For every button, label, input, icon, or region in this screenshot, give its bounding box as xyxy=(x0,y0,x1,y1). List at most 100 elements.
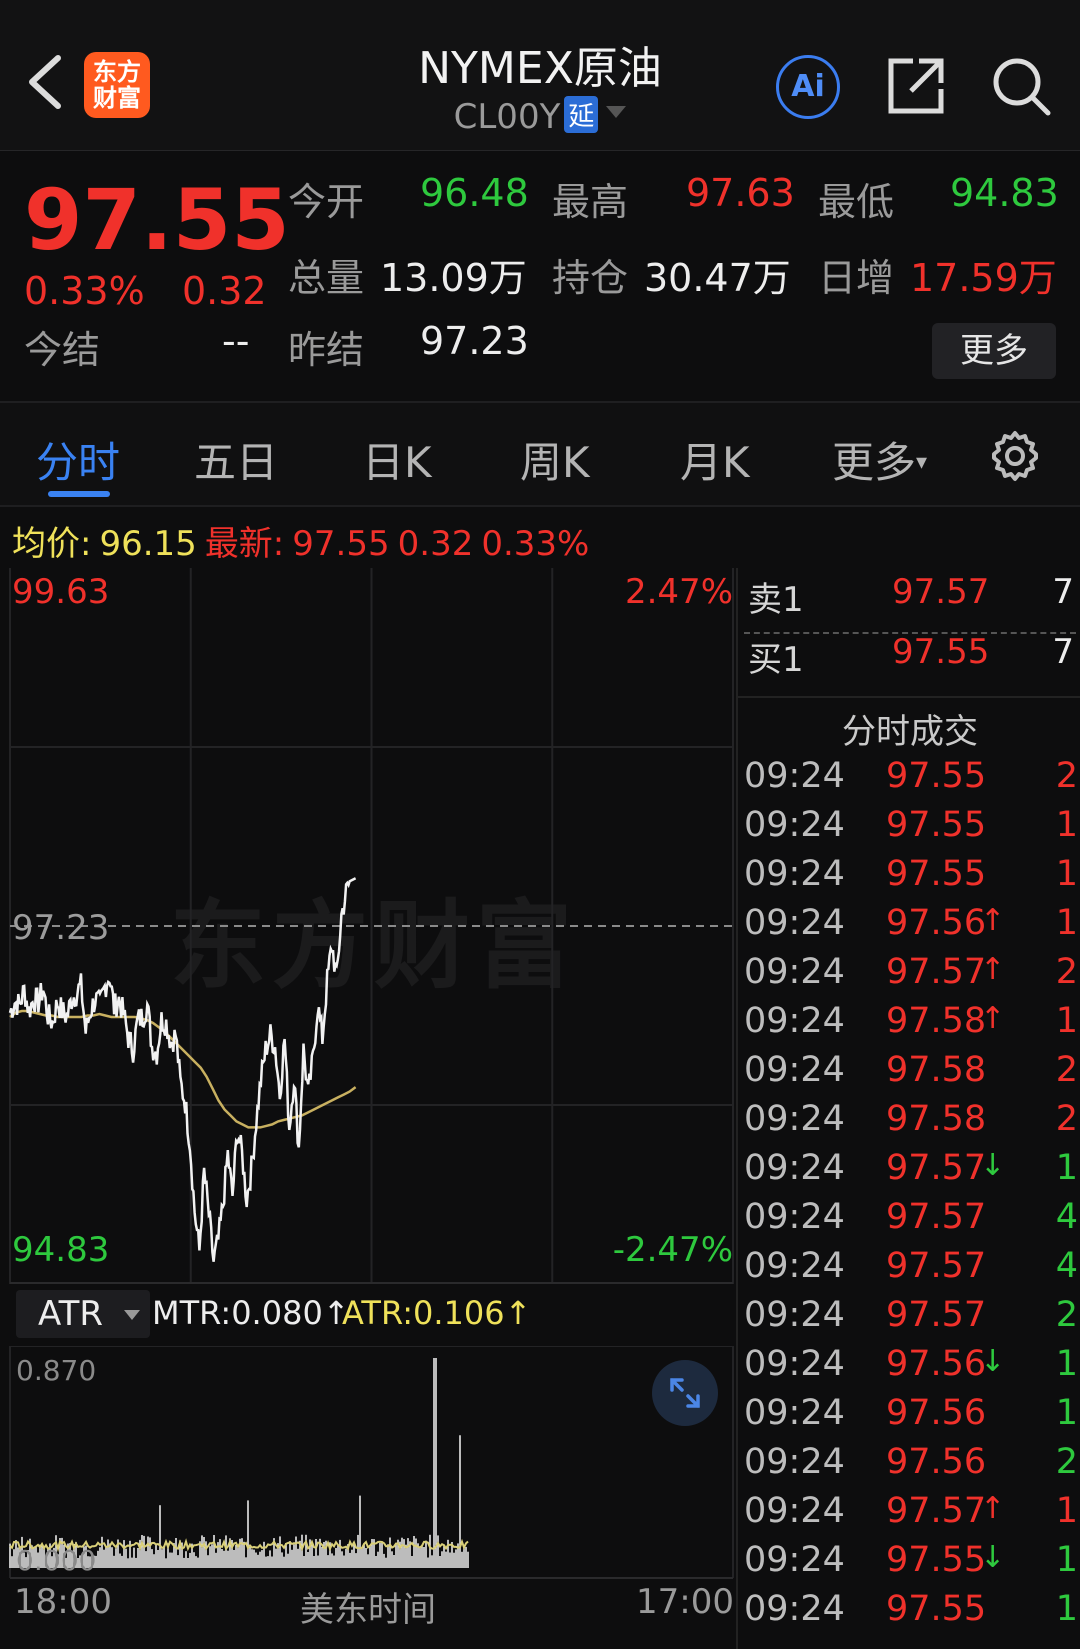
symbol-code-text: CL00Y xyxy=(453,97,561,137)
trade-panel: 卖1 97.57 7 买1 97.55 7 分时成交 09:24 97.55 2 09… xyxy=(736,568,1080,1649)
trade-volume: 1 xyxy=(1055,1344,1078,1384)
expand-icon[interactable] xyxy=(652,1360,718,1426)
arrow-up-icon: ↑ xyxy=(980,952,1006,987)
trades-title[interactable]: 分时成交 xyxy=(738,704,1080,753)
trade-time: 09:24 xyxy=(744,952,845,992)
x-start-label: 18:00 xyxy=(14,1582,112,1622)
chevron-down-icon xyxy=(606,106,627,118)
daily-increase-value: 17.59万 xyxy=(910,256,1057,300)
trade-row: 09:24 97.58 ↑ 1 xyxy=(738,1001,1080,1050)
atr-value: ATR:0.106↑ xyxy=(342,1294,532,1332)
last-price: 97.55 xyxy=(24,171,290,269)
arrow-up-icon: ↑ xyxy=(980,1001,1006,1036)
trade-volume: 2 xyxy=(1055,1442,1078,1482)
trade-volume: 2 xyxy=(1055,952,1078,992)
trade-time: 09:24 xyxy=(744,1050,845,1090)
trade-time: 09:24 xyxy=(744,1442,845,1482)
x-end-label: 17:00 xyxy=(636,1582,734,1622)
indicator-bar: ATR MTR:0.080↑ ATR:0.106↑ xyxy=(12,1290,732,1342)
atr-max-label: 0.870 xyxy=(16,1354,97,1387)
app-header: 东方 财富 NYMEX原油 CL00Y 延 Ai xyxy=(0,0,1080,151)
trade-price: 97.55 xyxy=(886,1589,987,1629)
mtr-bars xyxy=(9,1358,469,1568)
avg-price-label: 均价: xyxy=(12,524,92,564)
trade-volume: 4 xyxy=(1055,1197,1078,1237)
trade-volume: 1 xyxy=(1055,1393,1078,1433)
mtr-value: MTR:0.080↑ xyxy=(152,1294,350,1332)
trade-volume: 1 xyxy=(1055,1001,1078,1041)
trade-volume: 1 xyxy=(1055,805,1078,845)
volume-value: 13.09万 xyxy=(380,256,527,300)
more-button[interactable]: 更多 xyxy=(932,323,1056,379)
search-icon[interactable] xyxy=(990,55,1052,117)
ask-row[interactable]: 卖1 97.57 7 xyxy=(744,572,1078,632)
trade-price: 97.57 xyxy=(886,1148,987,1188)
trade-row: 09:24 97.58 2 xyxy=(738,1099,1080,1148)
tab-monthly-k[interactable]: 月K xyxy=(680,429,750,490)
trade-price: 97.55 xyxy=(886,805,987,845)
trade-time: 09:24 xyxy=(744,1295,845,1335)
trade-row: 09:24 97.55 2 xyxy=(738,756,1080,805)
trade-price: 97.56 xyxy=(886,903,987,943)
trade-row: 09:24 97.55 ↓ 1 xyxy=(738,1540,1080,1589)
bid-volume: 7 xyxy=(1052,632,1074,672)
open-interest-value: 30.47万 xyxy=(644,256,791,300)
bid-label: 买1 xyxy=(748,640,804,680)
share-icon[interactable] xyxy=(885,55,947,117)
trade-volume: 1 xyxy=(1055,903,1078,943)
tab-weekly-k[interactable]: 周K xyxy=(520,429,590,490)
trade-price: 97.56 xyxy=(886,1442,987,1482)
trade-volume: 1 xyxy=(1055,1148,1078,1188)
chevron-down-icon xyxy=(124,1310,140,1320)
caret-down-icon: ▾ xyxy=(916,450,928,475)
x-timezone-label: 美东时间 xyxy=(300,1590,436,1630)
trade-row: 09:24 97.57 ↓ 1 xyxy=(738,1148,1080,1197)
open-label: 今开 xyxy=(288,180,365,224)
trade-price: 97.57 xyxy=(886,1197,987,1237)
tab-more[interactable]: 更多▾ xyxy=(832,429,927,490)
bid-row[interactable]: 买1 97.55 7 xyxy=(744,632,1078,692)
trade-row: 09:24 97.55 1 xyxy=(738,1589,1080,1638)
trade-price: 97.56 xyxy=(886,1344,987,1384)
trades-list[interactable]: 09:24 97.55 2 09:24 97.55 1 09:24 97.55 1 09:24 97… xyxy=(738,756,1080,1638)
trade-row: 09:24 97.57 ↑ 1 xyxy=(738,1491,1080,1540)
ask-volume: 7 xyxy=(1052,572,1074,612)
latest-value: 97.55 xyxy=(292,524,390,564)
trade-row: 09:24 97.56 2 xyxy=(738,1442,1080,1491)
trade-price: 97.56 xyxy=(886,1393,987,1433)
trade-price: 97.58 xyxy=(886,1099,987,1139)
trade-row: 09:24 97.58 2 xyxy=(738,1050,1080,1099)
arrow-up-icon: ↑ xyxy=(980,1491,1006,1526)
trade-volume: 1 xyxy=(1055,1589,1078,1629)
trade-price: 97.58 xyxy=(886,1050,987,1090)
trade-volume: 2 xyxy=(1055,756,1078,796)
y-min-label: 94.83 xyxy=(12,1230,110,1270)
trade-price: 97.57 xyxy=(886,1491,987,1531)
trade-price: 97.57 xyxy=(886,1246,987,1286)
gear-icon[interactable] xyxy=(988,429,1042,483)
trade-time: 09:24 xyxy=(744,805,845,845)
tab-daily-k[interactable]: 日K xyxy=(362,429,432,490)
trade-price: 97.57 xyxy=(886,1295,987,1335)
tab-five-day[interactable]: 五日 xyxy=(194,429,278,490)
high-value: 97.63 xyxy=(686,171,795,215)
ai-assistant-button[interactable]: Ai xyxy=(776,55,840,119)
quote-panel: 97.55 0.33% 0.32 今开 96.48 最高 97.63 最低 94… xyxy=(0,151,1080,403)
trade-row: 09:24 97.57 ↑ 2 xyxy=(738,952,1080,1001)
intraday-chart[interactable]: 东方财富 99.63 97.23 94.83 2.47% -2.47% ATR … xyxy=(0,568,735,1649)
trade-price: 97.55 xyxy=(886,854,987,894)
trade-volume: 1 xyxy=(1055,1491,1078,1531)
tab-intraday[interactable]: 分时 xyxy=(36,429,120,490)
latest-label: 最新: xyxy=(204,524,285,564)
open-interest-label: 持仓 xyxy=(552,256,629,300)
trade-volume: 1 xyxy=(1055,854,1078,894)
trade-price: 97.58 xyxy=(886,1001,987,1041)
trade-price: 97.57 xyxy=(886,952,987,992)
latest-change-pct: 0.33% xyxy=(481,524,590,564)
pct-min-label: -2.47% xyxy=(612,1230,733,1270)
arrow-down-icon: ↓ xyxy=(980,1344,1006,1379)
low-label: 最低 xyxy=(818,180,895,224)
latest-change: 0.32 xyxy=(397,524,474,564)
chart-info-line: 均价: 96.15 最新: 97.55 0.32 0.33% xyxy=(12,516,597,565)
trade-volume: 2 xyxy=(1055,1099,1078,1139)
